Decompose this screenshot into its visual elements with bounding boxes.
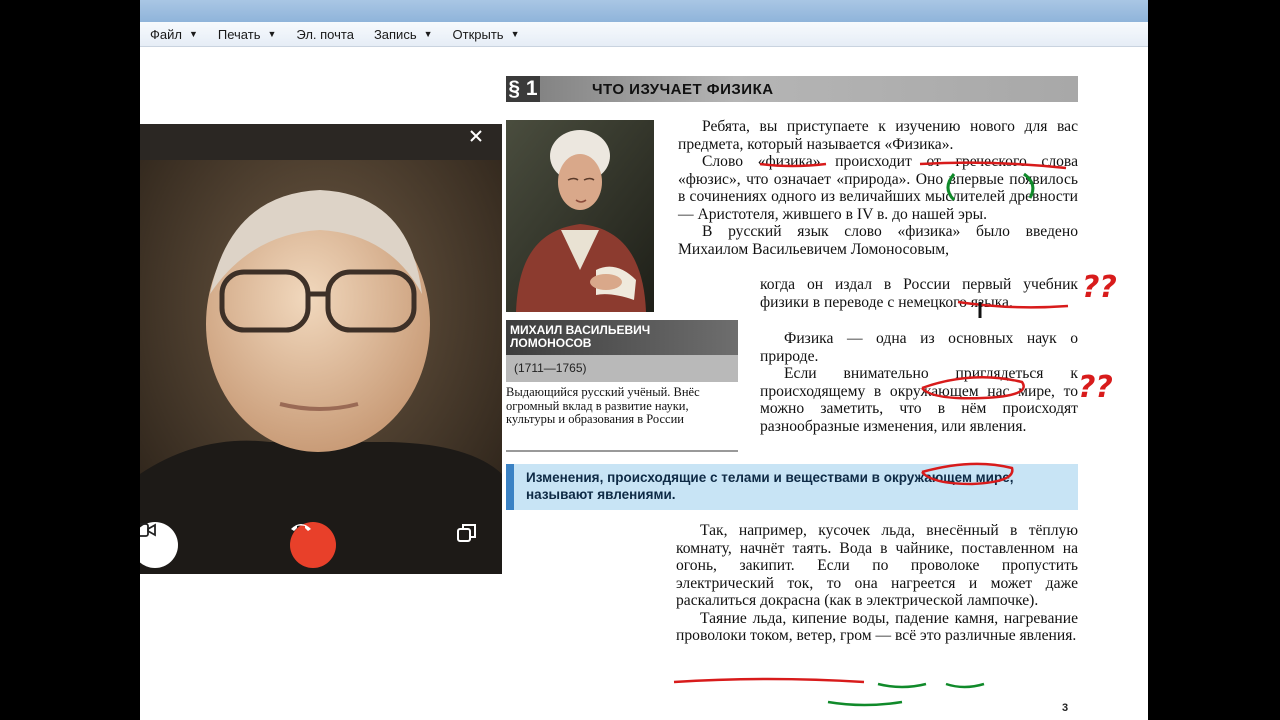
caption-name: МИХАИЛ ВАСИЛЬЕВИЧ ЛОМОНОСОВ (510, 324, 690, 350)
text-block-phenomena: Физика — одна из основных наук о природе… (760, 330, 1078, 435)
paragraph: Ребята, вы приступаете к изучению нового… (678, 118, 1078, 153)
caption-text: Выдающийся русский учёный. Внёс огромный… (506, 385, 700, 426)
hangup-button[interactable] (290, 522, 336, 568)
menu-file-label: Файл (150, 26, 182, 42)
title-bar (140, 0, 1148, 22)
chevron-down-icon: ▼ (510, 29, 520, 39)
paragraph: Физика — одна из основных наук о природе… (760, 330, 1078, 365)
paragraph: Таяние льда, кипение воды, падение камня… (676, 609, 1078, 645)
annotation-question-marks: ?? (1078, 370, 1113, 405)
caption-years: (1711—1765) (514, 361, 587, 375)
menu-open-label: Открыть (452, 26, 504, 42)
switch-window-icon (457, 524, 476, 542)
paragraph: В русский язык слово «физика» было введе… (678, 223, 1078, 258)
paragraph: Если внимательно приглядеться к происход… (760, 365, 1078, 435)
menu-print[interactable]: Печать ▼ (208, 22, 287, 46)
text-block-lomonosov: когда он издал в России первый учебник ф… (760, 276, 1078, 311)
close-icon (470, 130, 482, 142)
annotation-question-marks: ?? (1082, 270, 1117, 305)
chevron-down-icon: ▼ (423, 29, 433, 39)
hangup-icon (291, 524, 311, 531)
page-number: 3 (1062, 702, 1069, 714)
caption-divider (506, 450, 738, 452)
menu-bar: Файл ▼ Печать ▼ Эл. почта Запись ▼ Открыть ▼ (140, 22, 1148, 47)
menu-email-label: Эл. почта (296, 26, 354, 42)
menu-print-label: Печать (217, 26, 261, 42)
text-block-intro: Ребята, вы приступаете к изучению нового… (678, 118, 1078, 258)
menu-file[interactable]: Файл ▼ (140, 22, 208, 46)
switch-window-button[interactable] (456, 522, 496, 562)
chevron-down-icon: ▼ (267, 29, 277, 39)
chevron-down-icon: ▼ (188, 29, 198, 39)
section-number: § 1 (506, 76, 540, 102)
menu-record-label: Запись (373, 26, 417, 42)
paragraph: когда он издал в России первый учебник ф… (760, 276, 1078, 311)
close-video-button[interactable] (469, 129, 497, 157)
video-feed (140, 124, 502, 574)
section-title: ЧТО ИЗУЧАЕТ ФИЗИКА (592, 81, 774, 98)
menu-email[interactable]: Эл. почта (286, 22, 364, 46)
text-block-examples: Так, например, кусочек льда, внесённый в… (676, 522, 1078, 645)
menu-open[interactable]: Открыть ▼ (443, 22, 530, 46)
paragraph: Так, например, кусочек льда, внесённый в… (676, 522, 1078, 609)
caption-years-box: (1711—1765) (506, 355, 738, 382)
menu-record[interactable]: Запись ▼ (364, 22, 443, 46)
paragraph: Слово «физика» происходит от греческого … (678, 153, 1078, 223)
camera-icon (140, 523, 156, 537)
textbook-page: § 1 ЧТО ИЗУЧАЕТ ФИЗИКА МИХАИЛ ВАСИЛЬЕВИЧ… (502, 70, 1117, 720)
video-call-window[interactable] (140, 124, 502, 574)
definition-accent (506, 464, 514, 510)
lomonosov-portrait (506, 120, 654, 312)
caption-name-line2: ЛОМОНОСОВ (510, 336, 592, 350)
definition-text: Изменения, происходящие с телами и вещес… (526, 470, 1014, 502)
